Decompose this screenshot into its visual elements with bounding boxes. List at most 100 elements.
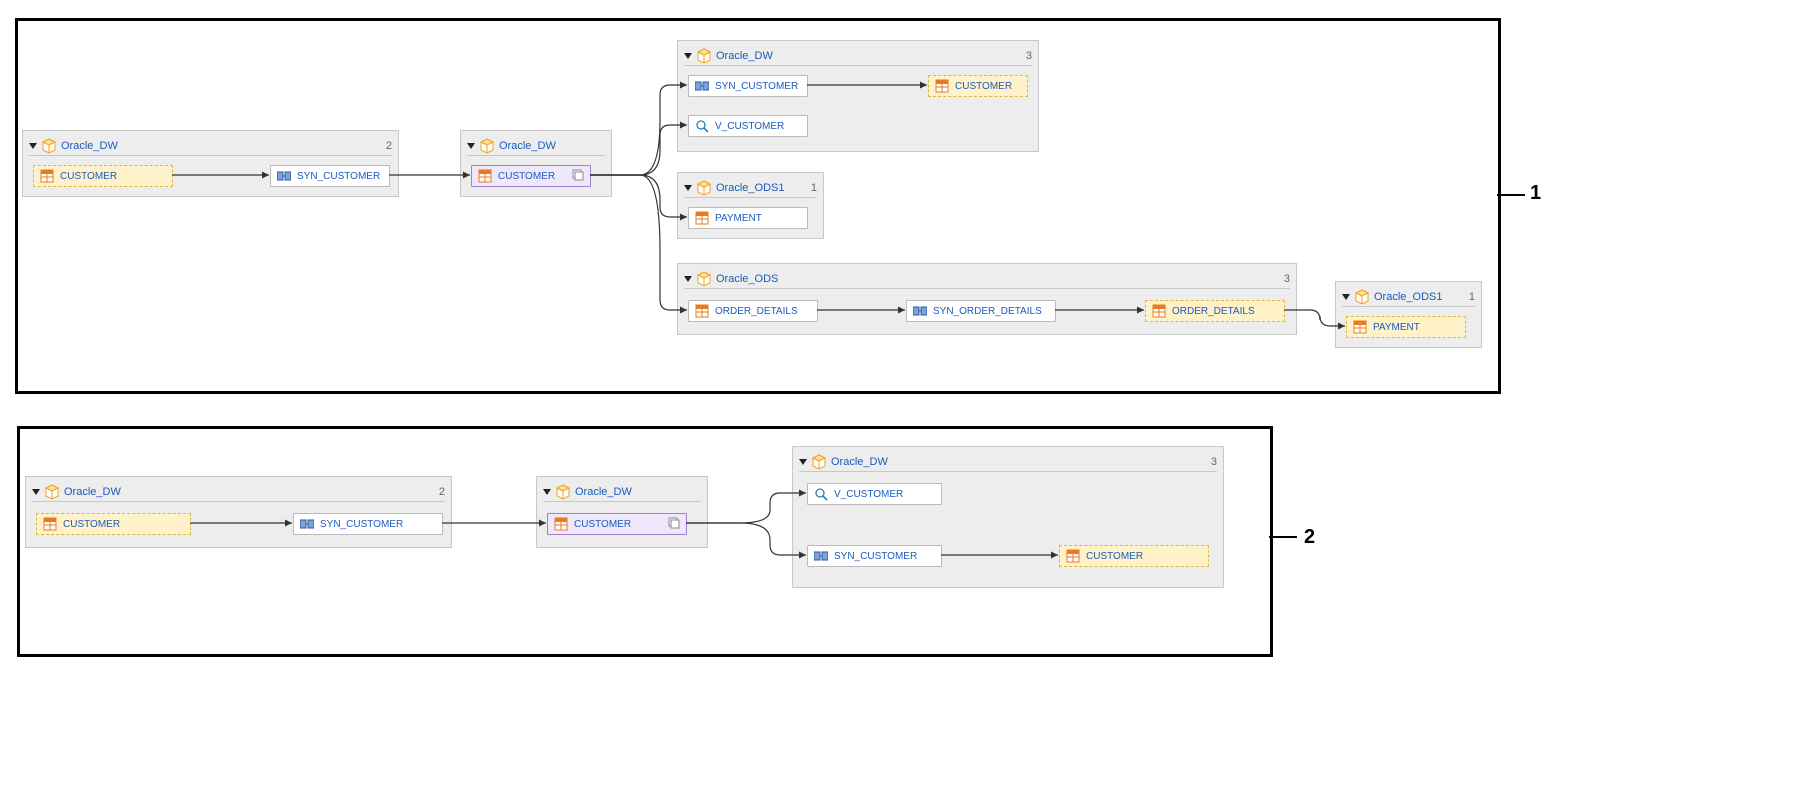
group-oracle-dw-2a[interactable]: Oracle_DW 2 CUSTOMER SYN_CUSTOMER	[25, 476, 452, 548]
cube-icon	[41, 138, 57, 154]
stack-icon	[570, 169, 584, 183]
group-count: 2	[439, 486, 445, 498]
region-1-label: 1	[1530, 182, 1541, 205]
disclosure-triangle-icon[interactable]	[684, 185, 692, 191]
table-customer[interactable]: CUSTOMER	[36, 513, 191, 535]
table-payment[interactable]: PAYMENT	[1346, 316, 1466, 338]
cube-icon	[696, 48, 712, 64]
disclosure-triangle-icon[interactable]	[684, 53, 692, 59]
group-oracle-ods1-1d[interactable]: Oracle_ODS1 1 PAYMENT	[677, 172, 824, 239]
group-title: Oracle_DW	[716, 50, 773, 62]
group-count: 1	[1469, 291, 1475, 303]
synonym-icon	[695, 79, 709, 93]
synonym-syn-customer[interactable]: SYN_CUSTOMER	[293, 513, 443, 535]
cube-icon	[44, 484, 60, 500]
disclosure-triangle-icon[interactable]	[29, 143, 37, 149]
group-oracle-dw-1a[interactable]: Oracle_DW 2 CUSTOMER SYN_CUSTOMER	[22, 130, 399, 197]
table-order-details[interactable]: ORDER_DETAILS	[688, 300, 818, 322]
group-title: Oracle_DW	[64, 486, 121, 498]
disclosure-triangle-icon[interactable]	[32, 489, 40, 495]
view-icon	[695, 119, 709, 133]
node-label: SYN_CUSTOMER	[297, 171, 380, 182]
group-oracle-dw-1c[interactable]: Oracle_DW 3 SYN_CUSTOMER CUSTOMER V_CUST…	[677, 40, 1039, 152]
node-label: CUSTOMER	[63, 519, 120, 530]
group-title: Oracle_DW	[575, 486, 632, 498]
node-label: SYN_CUSTOMER	[834, 551, 917, 562]
node-label: ORDER_DETAILS	[715, 306, 798, 317]
node-label: CUSTOMER	[1086, 551, 1143, 562]
group-count: 2	[386, 140, 392, 152]
region-2-label: 2	[1304, 526, 1315, 549]
node-label: CUSTOMER	[955, 81, 1012, 92]
group-count: 3	[1026, 50, 1032, 62]
cube-icon	[479, 138, 495, 154]
table-icon	[935, 79, 949, 93]
table-customer[interactable]: CUSTOMER	[928, 75, 1028, 97]
cube-icon	[811, 454, 827, 470]
node-label: CUSTOMER	[60, 171, 117, 182]
group-count: 3	[1211, 456, 1217, 468]
table-icon	[43, 517, 57, 531]
table-icon	[695, 304, 709, 318]
node-label: PAYMENT	[1373, 322, 1420, 333]
node-label: CUSTOMER	[498, 171, 555, 182]
synonym-syn-order-details[interactable]: SYN_ORDER_DETAILS	[906, 300, 1056, 322]
group-title: Oracle_ODS1	[716, 182, 784, 194]
diagram-stage: 1 2 Oracle_DW 2 CUSTOMER SYN_CUSTOMER Or…	[0, 0, 1808, 808]
view-icon	[814, 487, 828, 501]
table-order-details-target[interactable]: ORDER_DETAILS	[1145, 300, 1285, 322]
table-payment[interactable]: PAYMENT	[688, 207, 808, 229]
stack-icon	[666, 517, 680, 531]
group-title: Oracle_DW	[61, 140, 118, 152]
node-label: V_CUSTOMER	[715, 121, 784, 132]
table-icon	[40, 169, 54, 183]
disclosure-triangle-icon[interactable]	[684, 276, 692, 282]
table-customer-selected[interactable]: CUSTOMER	[471, 165, 591, 187]
node-label: PAYMENT	[715, 213, 762, 224]
node-label: ORDER_DETAILS	[1172, 306, 1255, 317]
group-oracle-ods-1e[interactable]: Oracle_ODS 3 ORDER_DETAILS SYN_ORDER_DET…	[677, 263, 1297, 335]
view-v-customer[interactable]: V_CUSTOMER	[807, 483, 942, 505]
group-oracle-dw-2b[interactable]: Oracle_DW CUSTOMER	[536, 476, 708, 548]
node-label: V_CUSTOMER	[834, 489, 903, 500]
table-customer[interactable]: CUSTOMER	[1059, 545, 1209, 567]
cube-icon	[1354, 289, 1370, 305]
group-oracle-dw-1b[interactable]: Oracle_DW CUSTOMER	[460, 130, 612, 197]
table-icon	[478, 169, 492, 183]
node-label: SYN_CUSTOMER	[320, 519, 403, 530]
group-title: Oracle_DW	[831, 456, 888, 468]
group-oracle-dw-2c[interactable]: Oracle_DW 3 V_CUSTOMER SYN_CUSTOMER CUST…	[792, 446, 1224, 588]
table-icon	[1152, 304, 1166, 318]
group-title: Oracle_ODS	[716, 273, 778, 285]
table-icon	[1066, 549, 1080, 563]
group-count: 3	[1284, 273, 1290, 285]
view-v-customer[interactable]: V_CUSTOMER	[688, 115, 808, 137]
synonym-icon	[300, 517, 314, 531]
group-count: 1	[811, 182, 817, 194]
cube-icon	[696, 180, 712, 196]
region-2-tick	[1269, 536, 1297, 538]
synonym-syn-customer[interactable]: SYN_CUSTOMER	[688, 75, 808, 97]
synonym-icon	[814, 549, 828, 563]
group-title: Oracle_DW	[499, 140, 556, 152]
table-customer[interactable]: CUSTOMER	[33, 165, 173, 187]
group-title: Oracle_ODS1	[1374, 291, 1442, 303]
cube-icon	[555, 484, 571, 500]
disclosure-triangle-icon[interactable]	[467, 143, 475, 149]
disclosure-triangle-icon[interactable]	[799, 459, 807, 465]
node-label: SYN_ORDER_DETAILS	[933, 306, 1042, 317]
region-1-tick	[1497, 194, 1525, 196]
node-label: CUSTOMER	[574, 519, 631, 530]
table-icon	[554, 517, 568, 531]
synonym-syn-customer[interactable]: SYN_CUSTOMER	[270, 165, 390, 187]
synonym-syn-customer[interactable]: SYN_CUSTOMER	[807, 545, 942, 567]
synonym-icon	[913, 304, 927, 318]
table-icon	[695, 211, 709, 225]
node-label: SYN_CUSTOMER	[715, 81, 798, 92]
table-customer-selected[interactable]: CUSTOMER	[547, 513, 687, 535]
disclosure-triangle-icon[interactable]	[543, 489, 551, 495]
group-oracle-ods1-1f[interactable]: Oracle_ODS1 1 PAYMENT	[1335, 281, 1482, 348]
synonym-icon	[277, 169, 291, 183]
disclosure-triangle-icon[interactable]	[1342, 294, 1350, 300]
cube-icon	[696, 271, 712, 287]
